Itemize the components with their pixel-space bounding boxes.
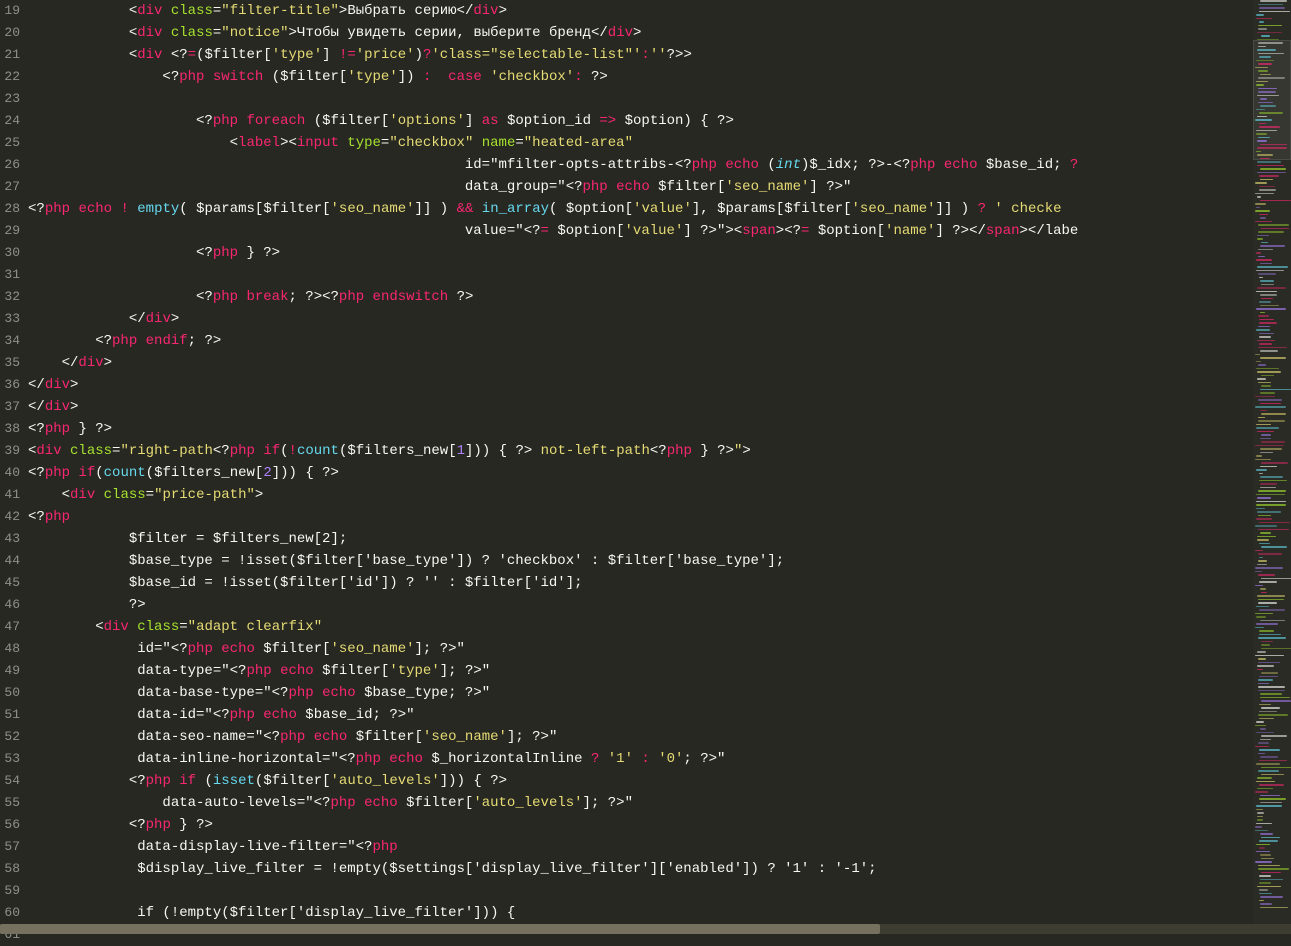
- code-line[interactable]: data-id="<?php echo $base_id; ?>": [28, 704, 1253, 726]
- line-number: 56: [0, 814, 20, 836]
- code-line[interactable]: <div class="adapt clearfix": [28, 616, 1253, 638]
- line-number: 48: [0, 638, 20, 660]
- line-number: 40: [0, 462, 20, 484]
- horizontal-scrollbar-thumb[interactable]: [0, 924, 880, 934]
- code-line[interactable]: $base_type = !isset($filter['base_type']…: [28, 550, 1253, 572]
- code-line[interactable]: <div <?=($filter['type'] !='price')?'cla…: [28, 44, 1253, 66]
- code-line[interactable]: [28, 88, 1253, 110]
- line-number: 53: [0, 748, 20, 770]
- line-number: 46: [0, 594, 20, 616]
- code-line[interactable]: <?php endif; ?>: [28, 330, 1253, 352]
- line-number: 26: [0, 154, 20, 176]
- code-line[interactable]: id="mfilter-opts-attribs-<?php echo (int…: [28, 154, 1253, 176]
- code-line[interactable]: <div class="right-path<?php if(!count($f…: [28, 440, 1253, 462]
- line-number: 33: [0, 308, 20, 330]
- code-line[interactable]: [28, 880, 1253, 902]
- line-number: 32: [0, 286, 20, 308]
- code-line[interactable]: $base_id = !isset($filter['id']) ? '' : …: [28, 572, 1253, 594]
- code-line[interactable]: ?>: [28, 594, 1253, 616]
- line-number: 47: [0, 616, 20, 638]
- code-line[interactable]: data-seo-name="<?php echo $filter['seo_n…: [28, 726, 1253, 748]
- line-number: 28: [0, 198, 20, 220]
- line-number: 36: [0, 374, 20, 396]
- line-number: 60: [0, 902, 20, 924]
- code-line[interactable]: <?php break; ?><?php endswitch ?>: [28, 286, 1253, 308]
- code-line[interactable]: <?php } ?>: [28, 418, 1253, 440]
- code-line[interactable]: <div class="notice">Чтобы увидеть серии,…: [28, 22, 1253, 44]
- code-line[interactable]: </div>: [28, 352, 1253, 374]
- line-number: 31: [0, 264, 20, 286]
- line-number: 37: [0, 396, 20, 418]
- minimap-viewport[interactable]: [1253, 40, 1291, 160]
- code-line[interactable]: $display_live_filter = !empty($settings[…: [28, 858, 1253, 880]
- line-number: 27: [0, 176, 20, 198]
- code-line[interactable]: <?php foreach ($filter['options'] as $op…: [28, 110, 1253, 132]
- code-line[interactable]: </div>: [28, 374, 1253, 396]
- line-number: 25: [0, 132, 20, 154]
- line-number: 45: [0, 572, 20, 594]
- code-line[interactable]: $filter = $filters_new[2];: [28, 528, 1253, 550]
- line-number: 34: [0, 330, 20, 352]
- line-number: 41: [0, 484, 20, 506]
- code-line[interactable]: data-auto-levels="<?php echo $filter['au…: [28, 792, 1253, 814]
- code-line[interactable]: <label><input type="checkbox" name="heat…: [28, 132, 1253, 154]
- code-line[interactable]: <?php if (isset($filter['auto_levels']))…: [28, 770, 1253, 792]
- line-number-gutter: 19 20 21 22 23 24 25 26 27 28 29 30 31 3…: [0, 0, 28, 934]
- line-number: 59: [0, 880, 20, 902]
- code-line[interactable]: value="<?= $option['value'] ?>"><span><?…: [28, 220, 1253, 242]
- line-number: 49: [0, 660, 20, 682]
- code-line[interactable]: <?php switch ($filter['type']) : case 'c…: [28, 66, 1253, 88]
- code-line[interactable]: </div>: [28, 396, 1253, 418]
- code-line[interactable]: data-display-live-filter="<?php: [28, 836, 1253, 858]
- line-number: 38: [0, 418, 20, 440]
- code-line[interactable]: <?php if(count($filters_new[2])) { ?>: [28, 462, 1253, 484]
- line-number: 24: [0, 110, 20, 132]
- line-number: 58: [0, 858, 20, 880]
- line-number: 52: [0, 726, 20, 748]
- code-line[interactable]: data-inline-horizontal="<?php echo $_hor…: [28, 748, 1253, 770]
- code-line[interactable]: <?php } ?>: [28, 814, 1253, 836]
- horizontal-scrollbar[interactable]: [0, 924, 1291, 934]
- line-number: 42: [0, 506, 20, 528]
- line-number: 21: [0, 44, 20, 66]
- line-number: 39: [0, 440, 20, 462]
- line-number: 29: [0, 220, 20, 242]
- line-number: 19: [0, 0, 20, 22]
- code-line[interactable]: <div class="filter-title">Выбрать серию<…: [28, 0, 1253, 22]
- code-line[interactable]: <?php: [28, 506, 1253, 528]
- minimap[interactable]: [1253, 0, 1291, 934]
- line-number: 20: [0, 22, 20, 44]
- line-number: 22: [0, 66, 20, 88]
- code-line[interactable]: <?php echo ! empty( $params[$filter['seo…: [28, 198, 1253, 220]
- code-line[interactable]: [28, 264, 1253, 286]
- code-line[interactable]: <div class="price-path">: [28, 484, 1253, 506]
- code-line[interactable]: data-base-type="<?php echo $base_type; ?…: [28, 682, 1253, 704]
- line-number: 44: [0, 550, 20, 572]
- line-number: 50: [0, 682, 20, 704]
- line-number: 35: [0, 352, 20, 374]
- line-number: 57: [0, 836, 20, 858]
- line-number: 51: [0, 704, 20, 726]
- code-editor-area[interactable]: <div class="filter-title">Выбрать серию<…: [28, 0, 1253, 934]
- code-line[interactable]: <?php } ?>: [28, 242, 1253, 264]
- code-line[interactable]: id="<?php echo $filter['seo_name']; ?>": [28, 638, 1253, 660]
- line-number: 54: [0, 770, 20, 792]
- line-number: 55: [0, 792, 20, 814]
- code-line[interactable]: if (!empty($filter['display_live_filter'…: [28, 902, 1253, 924]
- code-line[interactable]: data-type="<?php echo $filter['type']; ?…: [28, 660, 1253, 682]
- line-number: 30: [0, 242, 20, 264]
- code-line[interactable]: data_group="<?php echo $filter['seo_name…: [28, 176, 1253, 198]
- code-line[interactable]: </div>: [28, 308, 1253, 330]
- line-number: 43: [0, 528, 20, 550]
- line-number: 23: [0, 88, 20, 110]
